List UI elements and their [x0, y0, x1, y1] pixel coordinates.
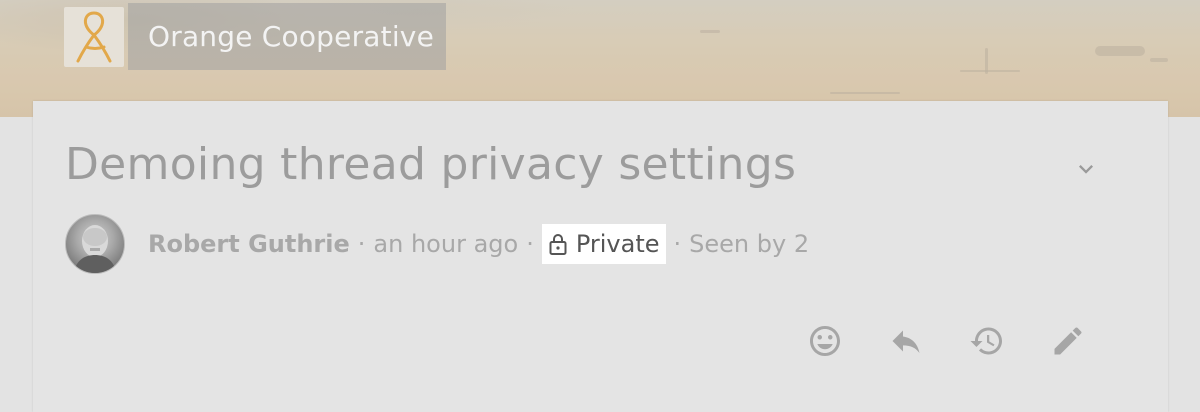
- reply-button[interactable]: [884, 319, 928, 363]
- privacy-label: Private: [575, 230, 660, 258]
- person-photo-icon: [74, 225, 116, 273]
- thread-timestamp[interactable]: an hour ago: [373, 230, 518, 258]
- thread-card: Demoing thread privacy settings Robert G…: [33, 101, 1168, 412]
- author-name[interactable]: Robert Guthrie: [148, 230, 350, 258]
- privacy-indicator[interactable]: Private: [541, 224, 666, 264]
- group-name[interactable]: Orange Cooperative: [128, 3, 446, 70]
- smiley-icon: [810, 326, 840, 356]
- meta-separator: ·: [526, 230, 534, 258]
- thread-actions: [803, 319, 1090, 363]
- author-avatar[interactable]: [65, 214, 125, 274]
- react-button[interactable]: [803, 319, 847, 363]
- lock-icon: [549, 234, 567, 255]
- meta-separator: ·: [673, 230, 682, 258]
- group-logo[interactable]: [64, 6, 124, 67]
- thread-title: Demoing thread privacy settings: [65, 139, 797, 190]
- collapse-button[interactable]: [1068, 151, 1104, 187]
- history-icon: [970, 327, 1002, 355]
- edit-button[interactable]: [1046, 319, 1090, 363]
- group-header[interactable]: Orange Cooperative: [64, 3, 446, 70]
- thread-meta: Robert Guthrie · an hour ago · Private ·…: [148, 224, 809, 264]
- orange-cooperative-logo-icon: [76, 10, 112, 62]
- meta-separator: ·: [357, 230, 366, 258]
- seen-by-count[interactable]: Seen by 2: [689, 230, 809, 258]
- history-button[interactable]: [965, 319, 1009, 363]
- reply-icon: [892, 330, 920, 353]
- chevron-down-icon: [1079, 165, 1093, 174]
- pencil-icon: [1054, 327, 1082, 355]
